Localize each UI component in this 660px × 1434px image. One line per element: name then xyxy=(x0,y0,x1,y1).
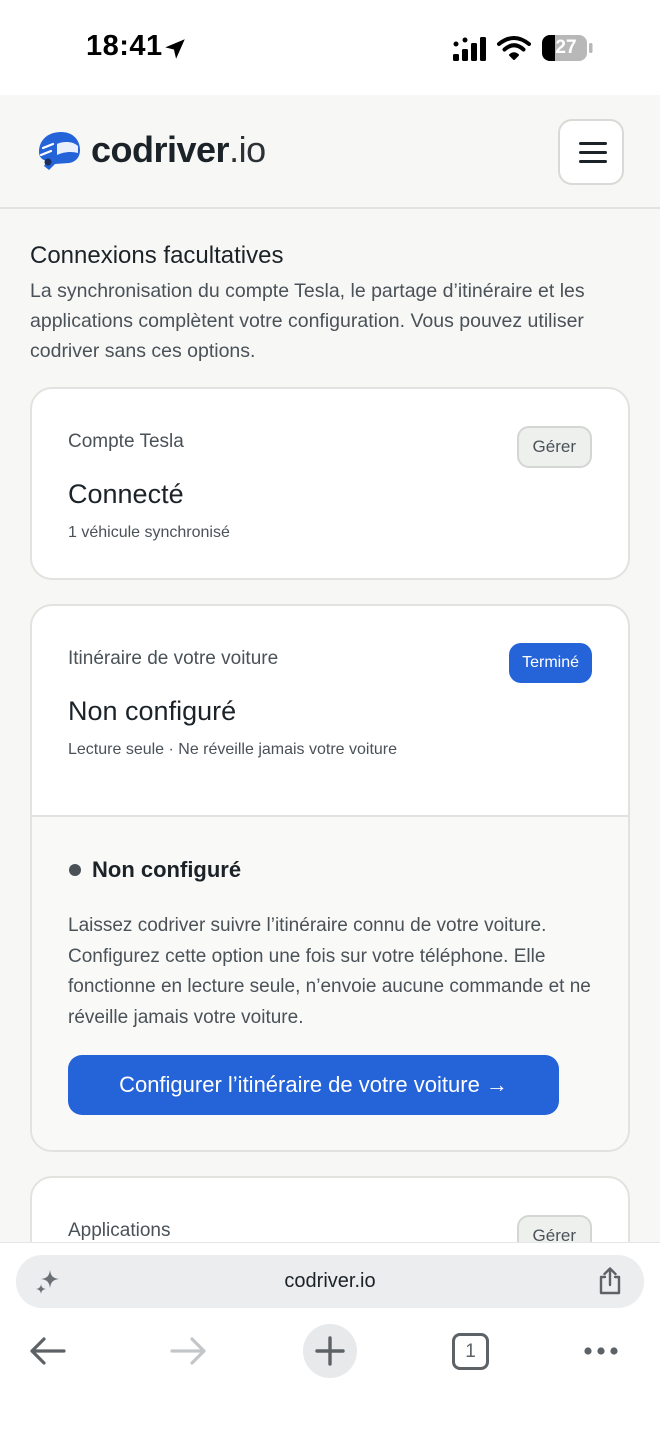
configure-route-button[interactable]: Configurer l’itinéraire de votre voiture… xyxy=(68,1055,559,1115)
address-bar[interactable]: codriver.io xyxy=(16,1255,644,1308)
tab-count: 1 xyxy=(465,1341,476,1362)
new-tab-icon[interactable] xyxy=(302,1323,358,1379)
signal-icon xyxy=(453,37,486,61)
browser-toolbar: codriver.io 1 xyxy=(0,1242,660,1434)
card-label: Applications xyxy=(68,1220,171,1241)
setup-description: Laissez codriver suivre l’itinéraire con… xyxy=(68,915,591,1028)
hamburger-menu-button[interactable] xyxy=(558,119,624,185)
section-title: Connexions facultatives xyxy=(30,242,284,269)
card-subtitle: Lecture seule · Ne réveille jamais votre… xyxy=(68,741,398,758)
brand-wordmark[interactable]: codriver.io xyxy=(91,129,266,171)
card-label: Itinéraire de votre voiture xyxy=(68,648,279,669)
brand-tld: .io xyxy=(229,129,266,170)
car-route-card: Itinéraire de votre voiture Terminé Non … xyxy=(30,604,630,1152)
location-arrow-icon xyxy=(165,39,185,59)
tabs-button[interactable]: 1 xyxy=(452,1333,489,1370)
helmet-logo-icon[interactable] xyxy=(35,130,81,172)
battery-level: 27 xyxy=(555,37,577,58)
route-setup-panel: Non configuré Laissez codriver suivre l’… xyxy=(32,817,628,1150)
url-text: codriver.io xyxy=(284,1270,376,1292)
status-time: 18:41 xyxy=(86,30,163,62)
status-dot-icon xyxy=(69,864,81,876)
share-icon[interactable] xyxy=(596,1266,624,1296)
setup-status-title: Non configuré xyxy=(92,857,242,882)
wifi-icon xyxy=(497,36,531,60)
card-status: Connecté xyxy=(68,479,184,509)
section-description: La synchronisation du compte Tesla, le p… xyxy=(30,280,585,362)
tesla-account-card: Compte Tesla Gérer Connecté 1 véhicule s… xyxy=(30,387,630,580)
forward-arrow-icon[interactable] xyxy=(170,1335,208,1367)
back-arrow-icon[interactable] xyxy=(28,1335,66,1367)
card-subtitle: 1 véhicule synchronisé xyxy=(68,524,230,541)
status-badge: Terminé xyxy=(509,643,592,683)
manage-tesla-button[interactable]: Gérer xyxy=(516,426,592,468)
site-header: codriver.io xyxy=(0,95,660,209)
status-bar: 18:41 27 xyxy=(0,0,660,95)
card-status: Non configuré xyxy=(68,696,237,726)
more-icon[interactable] xyxy=(583,1344,619,1358)
brand-name: codriver xyxy=(91,129,230,170)
card-label: Compte Tesla xyxy=(68,431,184,452)
